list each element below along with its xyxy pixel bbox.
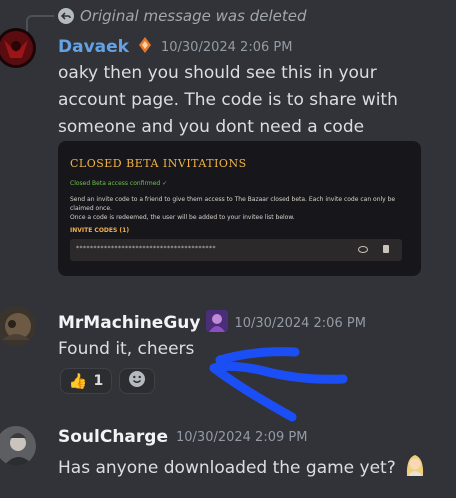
- masked-code: ****************************************: [76, 245, 216, 252]
- timestamp[interactable]: 10/30/2024 2:06 PM: [161, 40, 292, 55]
- rank-badge-icon: [137, 36, 153, 58]
- avatar-davaek[interactable]: [0, 28, 36, 68]
- username-soulcharge[interactable]: SoulCharge: [58, 427, 168, 447]
- message-content-davaek: oaky then you should see this in your ac…: [58, 60, 398, 141]
- embed-note: Once a code is redeemed, the user will b…: [70, 214, 295, 221]
- reply-text: Original message was deleted: [80, 7, 307, 25]
- message-header-soulcharge: SoulCharge 10/30/2024 2:09 PM: [58, 427, 307, 447]
- avatar-mrmachineguy[interactable]: [0, 306, 36, 346]
- eye-icon: [358, 246, 368, 253]
- username-mrmachineguy[interactable]: MrMachineGuy: [58, 313, 200, 333]
- message-line: oaky then you should see this in your: [58, 63, 377, 83]
- annotation-arrow: [209, 347, 348, 422]
- timestamp[interactable]: 10/30/2024 2:09 PM: [176, 430, 307, 445]
- embed-status: Closed Beta access confirmed ✓: [70, 180, 168, 187]
- invite-code-field: ****************************************: [70, 239, 402, 261]
- embed-title: CLOSED BETA INVITATIONS: [70, 157, 247, 170]
- attached-image-invitations[interactable]: CLOSED BETA INVITATIONS Closed Beta acce…: [58, 141, 421, 276]
- blond-emoji: [404, 452, 426, 485]
- thumbs-up-emoji: 👍: [68, 372, 88, 390]
- message-header-davaek: Davaek 10/30/2024 2:06 PM: [58, 36, 292, 58]
- reaction-thumbs-up[interactable]: 👍 1: [60, 368, 112, 394]
- username-davaek[interactable]: Davaek: [58, 37, 129, 57]
- message-line: account page. The code is to share with: [58, 90, 398, 110]
- reply-reference[interactable]: Original message was deleted: [58, 6, 306, 26]
- reply-arrow-icon: [58, 8, 74, 24]
- add-reaction-button[interactable]: [119, 368, 155, 394]
- message-line: someone and you dont need a code: [58, 117, 365, 137]
- add-reaction-icon: [128, 370, 146, 392]
- message-content-mrmachineguy: Found it, cheers: [58, 339, 195, 359]
- reaction-count: 1: [93, 373, 104, 389]
- avatar-soulcharge[interactable]: [0, 426, 36, 466]
- timestamp[interactable]: 10/30/2024 2:06 PM: [234, 316, 365, 331]
- trash-icon: [383, 245, 389, 253]
- message-text: Has anyone downloaded the game yet?: [58, 458, 396, 478]
- embed-codes-label: INVITE CODES (1): [70, 227, 130, 234]
- message-content-soulcharge: Has anyone downloaded the game yet?: [58, 452, 426, 485]
- embed-description: Send an invite code to a friend to give …: [70, 196, 396, 212]
